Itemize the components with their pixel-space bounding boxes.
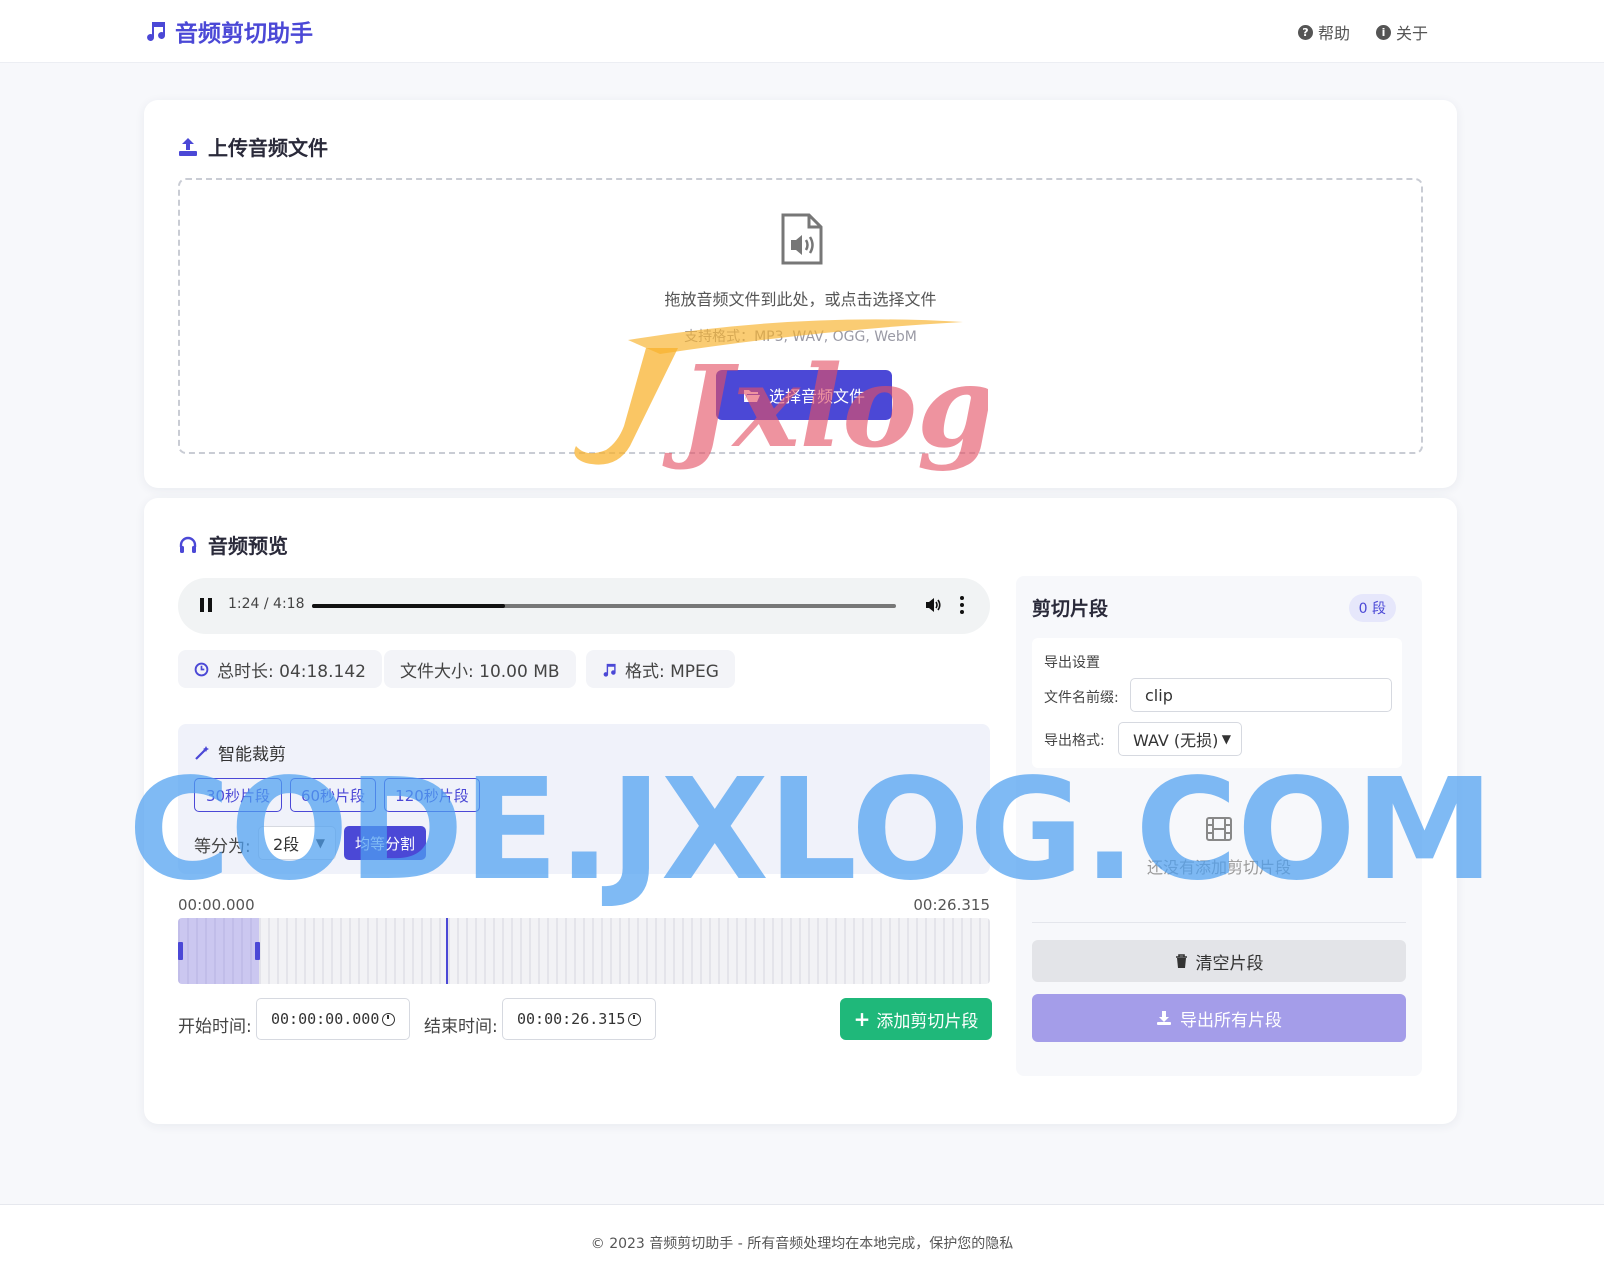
preview-title-text: 音频预览 (208, 534, 288, 558)
divide-label: 等分为: (194, 837, 251, 857)
selection-region[interactable] (178, 918, 259, 984)
player-progress-fill (312, 604, 505, 608)
equal-divide-button[interactable]: 均等分割 (344, 826, 426, 860)
magic-wand-icon (195, 745, 209, 760)
export-settings: 导出设置 文件名前缀: clip 导出格式: WAV (无损) ▼ (1032, 638, 1402, 768)
top-navbar: 音频剪切助手 ? 帮助 i 关于 (0, 0, 1604, 63)
divide-count-value: 2段 (273, 835, 300, 854)
clips-divider (1032, 922, 1406, 923)
clear-clips-button[interactable]: 清空片段 (1032, 940, 1406, 982)
film-icon (1206, 817, 1232, 841)
export-settings-title: 导出设置 (1044, 655, 1100, 671)
add-clip-button[interactable]: + 添加剪切片段 (840, 998, 992, 1040)
question-circle-icon: ? (1297, 24, 1313, 40)
preset-120s-button[interactable]: 120秒片段 (384, 778, 480, 812)
end-time-input[interactable]: 00:00:26.315 (502, 998, 656, 1040)
clock-icon (628, 1012, 641, 1026)
nav-help-label: 帮助 (1317, 24, 1350, 43)
playhead-cursor[interactable] (446, 918, 448, 984)
player-seek-bar[interactable] (312, 604, 896, 608)
watermark-logo-text: Jxlog (662, 342, 988, 473)
start-time-label: 开始时间: (178, 1017, 252, 1037)
end-time-label: 结束时间: (424, 1017, 498, 1037)
smart-trim-label: 智能裁剪 (218, 745, 286, 765)
audio-player: 1:24 / 4:18 (178, 578, 990, 634)
audio-file-icon (781, 213, 823, 265)
preset-60s-button[interactable]: 60秒片段 (290, 778, 376, 812)
download-icon (1157, 1011, 1171, 1025)
preview-card-title: 音频预览 (178, 530, 288, 559)
format-info: 格式: MPEG (586, 650, 735, 688)
upload-title-text: 上传音频文件 (208, 136, 328, 160)
upload-card-title: 上传音频文件 (178, 132, 328, 161)
nav-help[interactable]: ? 帮助 (1297, 20, 1350, 44)
volume-icon[interactable] (924, 596, 942, 614)
end-time-value: 00:00:26.315 (517, 1010, 626, 1028)
duration-info: 总时长: 04:18.142 (178, 650, 382, 688)
smart-trim-panel: 智能裁剪 30秒片段 60秒片段 120秒片段 等分为: 2段 ▼ 均等分割 (178, 724, 990, 874)
preview-card: 音频预览 1:24 / 4:18 总时长: 04:18.142 文件大小: 10… (144, 498, 1457, 1124)
player-time: 1:24 / 4:18 (228, 596, 305, 612)
jxlog-watermark-logo: Jxlog (574, 319, 988, 473)
timeline-start-label: 00:00.000 (178, 896, 255, 914)
format-text: 格式: MPEG (625, 661, 719, 682)
clock-icon (382, 1012, 395, 1026)
nav-about[interactable]: i 关于 (1375, 20, 1428, 44)
clips-panel: 剪切片段 0 段 导出设置 文件名前缀: clip 导出格式: WAV (无损)… (1016, 576, 1422, 1076)
export-format-value: WAV (无损) (1133, 731, 1219, 750)
app-brand[interactable]: 音频剪切助手 (143, 14, 313, 48)
nav-about-label: 关于 (1395, 24, 1428, 43)
more-options-icon[interactable] (960, 596, 964, 614)
clips-title: 剪切片段 (1032, 598, 1109, 620)
drop-zone-text: 拖放音频文件到此处，或点击选择文件 (664, 290, 937, 309)
app-title: 音频剪切助手 (175, 21, 313, 47)
clip-count-badge: 0 段 (1348, 594, 1396, 622)
clock-icon (194, 662, 209, 676)
preset-30s-button[interactable]: 30秒片段 (194, 778, 282, 812)
export-all-button[interactable]: 导出所有片段 (1032, 994, 1406, 1042)
prefix-label: 文件名前缀: (1044, 690, 1119, 706)
chevron-down-icon: ▼ (315, 836, 325, 850)
music-note-icon (603, 663, 616, 677)
upload-icon (179, 137, 197, 156)
footer-text: © 2023 音频剪切助手 - 所有音频处理均在本地完成，保护您的隐私 (590, 1236, 1014, 1252)
top-nav: ? 帮助 i 关于 (1297, 20, 1428, 44)
empty-clips-text: 还没有添加剪切片段 (1146, 858, 1291, 877)
page-footer: © 2023 音频剪切助手 - 所有音频处理均在本地完成，保护您的隐私 (0, 1204, 1604, 1270)
export-all-label: 导出所有片段 (1180, 1010, 1282, 1031)
selection-end-handle[interactable] (255, 942, 260, 960)
headphones-icon (179, 536, 197, 553)
add-clip-label: 添加剪切片段 (876, 1011, 979, 1032)
timeline-end-label: 00:26.315 (913, 896, 990, 914)
chevron-down-icon: ▼ (1221, 732, 1231, 746)
pause-icon[interactable] (200, 598, 212, 612)
prefix-input[interactable]: clip (1130, 678, 1392, 712)
export-format-select[interactable]: WAV (无损) ▼ (1118, 722, 1242, 756)
trash-icon (1175, 953, 1187, 968)
music-note-icon (147, 22, 166, 41)
divide-count-select[interactable]: 2段 ▼ (258, 826, 336, 860)
file-size-info: 文件大小: 10.00 MB (384, 650, 576, 688)
empty-clips-state: 还没有添加剪切片段 (1016, 816, 1422, 878)
export-format-label: 导出格式: (1044, 733, 1105, 749)
smart-trim-title: 智能裁剪 (194, 740, 286, 765)
start-time-value: 00:00:00.000 (271, 1010, 380, 1028)
waveform-timeline[interactable] (178, 918, 990, 984)
clear-clips-label: 清空片段 (1195, 953, 1264, 974)
duration-text: 总时长: 04:18.142 (217, 661, 366, 682)
file-size-text: 文件大小: 10.00 MB (400, 661, 560, 682)
info-circle-icon: i (1375, 24, 1391, 40)
plus-icon: + (853, 1007, 871, 1031)
start-time-input[interactable]: 00:00:00.000 (256, 998, 410, 1040)
selection-start-handle[interactable] (178, 942, 183, 960)
